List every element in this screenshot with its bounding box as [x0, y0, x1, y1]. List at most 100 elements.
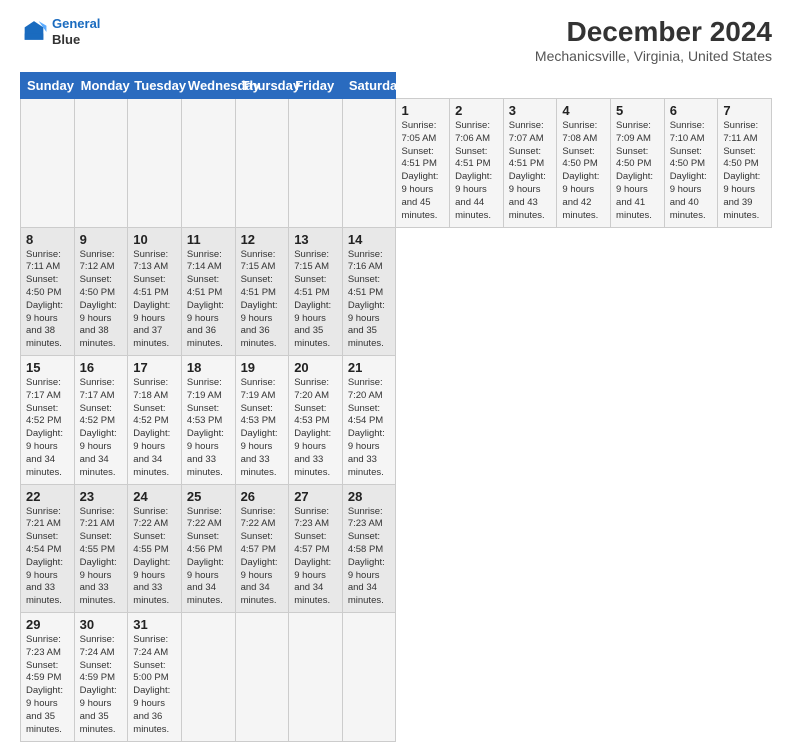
- calendar-cell: 14 Sunrise: 7:16 AM Sunset: 4:51 PM Dayl…: [342, 227, 396, 356]
- day-number: 8: [26, 232, 69, 247]
- day-info: Sunrise: 7:10 AM Sunset: 4:50 PM Dayligh…: [670, 120, 713, 223]
- calendar-cell: 2 Sunrise: 7:06 AM Sunset: 4:51 PM Dayli…: [450, 99, 504, 228]
- day-number: 2: [455, 103, 498, 118]
- sunrise: Sunrise: 7:15 AM: [241, 249, 284, 275]
- calendar-body: 1 Sunrise: 7:05 AM Sunset: 4:51 PM Dayli…: [21, 99, 772, 742]
- day-info: Sunrise: 7:21 AM Sunset: 4:55 PM Dayligh…: [80, 506, 123, 609]
- sunrise: Sunrise: 7:24 AM: [80, 634, 123, 660]
- col-saturday: Saturday: [342, 73, 396, 99]
- day-number: 22: [26, 489, 69, 504]
- daylight: Daylight: 9 hours and 33 minutes.: [241, 428, 284, 479]
- sunrise: Sunrise: 7:17 AM: [80, 377, 123, 403]
- calendar-cell: 9 Sunrise: 7:12 AM Sunset: 4:50 PM Dayli…: [74, 227, 128, 356]
- sunset: Sunset: 4:57 PM: [241, 531, 284, 557]
- sunrise: Sunrise: 7:19 AM: [187, 377, 230, 403]
- sunrise: Sunrise: 7:19 AM: [241, 377, 284, 403]
- sunrise: Sunrise: 7:20 AM: [348, 377, 391, 403]
- sunrise: Sunrise: 7:18 AM: [133, 377, 176, 403]
- sunset: Sunset: 4:50 PM: [616, 146, 659, 172]
- day-info: Sunrise: 7:15 AM Sunset: 4:51 PM Dayligh…: [241, 249, 284, 352]
- calendar-cell: [235, 99, 289, 228]
- col-thursday: Thursday: [235, 73, 289, 99]
- calendar-cell: 22 Sunrise: 7:21 AM Sunset: 4:54 PM Dayl…: [21, 484, 75, 613]
- daylight: Daylight: 9 hours and 33 minutes.: [80, 557, 123, 608]
- day-info: Sunrise: 7:17 AM Sunset: 4:52 PM Dayligh…: [26, 377, 69, 480]
- title-block: December 2024 Mechanicsville, Virginia, …: [535, 16, 772, 64]
- calendar-cell: 6 Sunrise: 7:10 AM Sunset: 4:50 PM Dayli…: [664, 99, 718, 228]
- main-title: December 2024: [535, 16, 772, 48]
- day-number: 21: [348, 360, 391, 375]
- day-number: 16: [80, 360, 123, 375]
- day-info: Sunrise: 7:17 AM Sunset: 4:52 PM Dayligh…: [80, 377, 123, 480]
- day-info: Sunrise: 7:06 AM Sunset: 4:51 PM Dayligh…: [455, 120, 498, 223]
- day-info: Sunrise: 7:23 AM Sunset: 4:58 PM Dayligh…: [348, 506, 391, 609]
- logo-line2: Blue: [52, 32, 100, 48]
- calendar-cell: 21 Sunrise: 7:20 AM Sunset: 4:54 PM Dayl…: [342, 356, 396, 485]
- calendar-cell: [74, 99, 128, 228]
- calendar-cell: [128, 99, 182, 228]
- day-number: 18: [187, 360, 230, 375]
- calendar-cell: 20 Sunrise: 7:20 AM Sunset: 4:53 PM Dayl…: [289, 356, 343, 485]
- day-number: 9: [80, 232, 123, 247]
- daylight: Daylight: 9 hours and 35 minutes.: [26, 685, 69, 736]
- calendar-cell: 26 Sunrise: 7:22 AM Sunset: 4:57 PM Dayl…: [235, 484, 289, 613]
- daylight: Daylight: 9 hours and 41 minutes.: [616, 171, 659, 222]
- sunset: Sunset: 4:52 PM: [133, 403, 176, 429]
- daylight: Daylight: 9 hours and 34 minutes.: [241, 557, 284, 608]
- day-info: Sunrise: 7:13 AM Sunset: 4:51 PM Dayligh…: [133, 249, 176, 352]
- day-info: Sunrise: 7:22 AM Sunset: 4:56 PM Dayligh…: [187, 506, 230, 609]
- sunset: Sunset: 4:55 PM: [80, 531, 123, 557]
- col-friday: Friday: [289, 73, 343, 99]
- sunset: Sunset: 4:58 PM: [348, 531, 391, 557]
- daylight: Daylight: 9 hours and 34 minutes.: [348, 557, 391, 608]
- sunset: Sunset: 4:55 PM: [133, 531, 176, 557]
- sunset: Sunset: 4:54 PM: [26, 531, 69, 557]
- day-info: Sunrise: 7:23 AM Sunset: 4:59 PM Dayligh…: [26, 634, 69, 737]
- calendar-cell: [181, 613, 235, 742]
- calendar-cell: 28 Sunrise: 7:23 AM Sunset: 4:58 PM Dayl…: [342, 484, 396, 613]
- sunset: Sunset: 4:56 PM: [187, 531, 230, 557]
- sunrise: Sunrise: 7:21 AM: [26, 506, 69, 532]
- day-number: 23: [80, 489, 123, 504]
- calendar-cell: [289, 99, 343, 228]
- calendar-cell: 13 Sunrise: 7:15 AM Sunset: 4:51 PM Dayl…: [289, 227, 343, 356]
- sunrise: Sunrise: 7:05 AM: [401, 120, 444, 146]
- daylight: Daylight: 9 hours and 34 minutes.: [187, 557, 230, 608]
- day-number: 4: [562, 103, 605, 118]
- day-info: Sunrise: 7:23 AM Sunset: 4:57 PM Dayligh…: [294, 506, 337, 609]
- day-info: Sunrise: 7:15 AM Sunset: 4:51 PM Dayligh…: [294, 249, 337, 352]
- daylight: Daylight: 9 hours and 35 minutes.: [294, 300, 337, 351]
- daylight: Daylight: 9 hours and 34 minutes.: [294, 557, 337, 608]
- sunrise: Sunrise: 7:16 AM: [348, 249, 391, 275]
- sunrise: Sunrise: 7:07 AM: [509, 120, 552, 146]
- sunrise: Sunrise: 7:12 AM: [80, 249, 123, 275]
- day-number: 7: [723, 103, 766, 118]
- calendar-cell: 25 Sunrise: 7:22 AM Sunset: 4:56 PM Dayl…: [181, 484, 235, 613]
- daylight: Daylight: 9 hours and 33 minutes.: [294, 428, 337, 479]
- calendar-cell: [181, 99, 235, 228]
- day-number: 20: [294, 360, 337, 375]
- sunrise: Sunrise: 7:23 AM: [348, 506, 391, 532]
- sunrise: Sunrise: 7:10 AM: [670, 120, 713, 146]
- sunset: Sunset: 4:51 PM: [348, 274, 391, 300]
- sunset: Sunset: 4:52 PM: [80, 403, 123, 429]
- day-number: 10: [133, 232, 176, 247]
- day-info: Sunrise: 7:21 AM Sunset: 4:54 PM Dayligh…: [26, 506, 69, 609]
- day-info: Sunrise: 7:07 AM Sunset: 4:51 PM Dayligh…: [509, 120, 552, 223]
- calendar-cell: [289, 613, 343, 742]
- day-info: Sunrise: 7:09 AM Sunset: 4:50 PM Dayligh…: [616, 120, 659, 223]
- calendar-cell: 27 Sunrise: 7:23 AM Sunset: 4:57 PM Dayl…: [289, 484, 343, 613]
- sunrise: Sunrise: 7:14 AM: [187, 249, 230, 275]
- calendar-table: Sunday Monday Tuesday Wednesday Thursday…: [20, 72, 772, 742]
- calendar-cell: 8 Sunrise: 7:11 AM Sunset: 4:50 PM Dayli…: [21, 227, 75, 356]
- logo-icon: [20, 18, 48, 46]
- sunset: Sunset: 4:51 PM: [509, 146, 552, 172]
- calendar-cell: [342, 99, 396, 228]
- sunrise: Sunrise: 7:23 AM: [26, 634, 69, 660]
- daylight: Daylight: 9 hours and 39 minutes.: [723, 171, 766, 222]
- sunrise: Sunrise: 7:20 AM: [294, 377, 337, 403]
- sunrise: Sunrise: 7:24 AM: [133, 634, 176, 660]
- sunrise: Sunrise: 7:22 AM: [133, 506, 176, 532]
- sunrise: Sunrise: 7:09 AM: [616, 120, 659, 146]
- day-number: 15: [26, 360, 69, 375]
